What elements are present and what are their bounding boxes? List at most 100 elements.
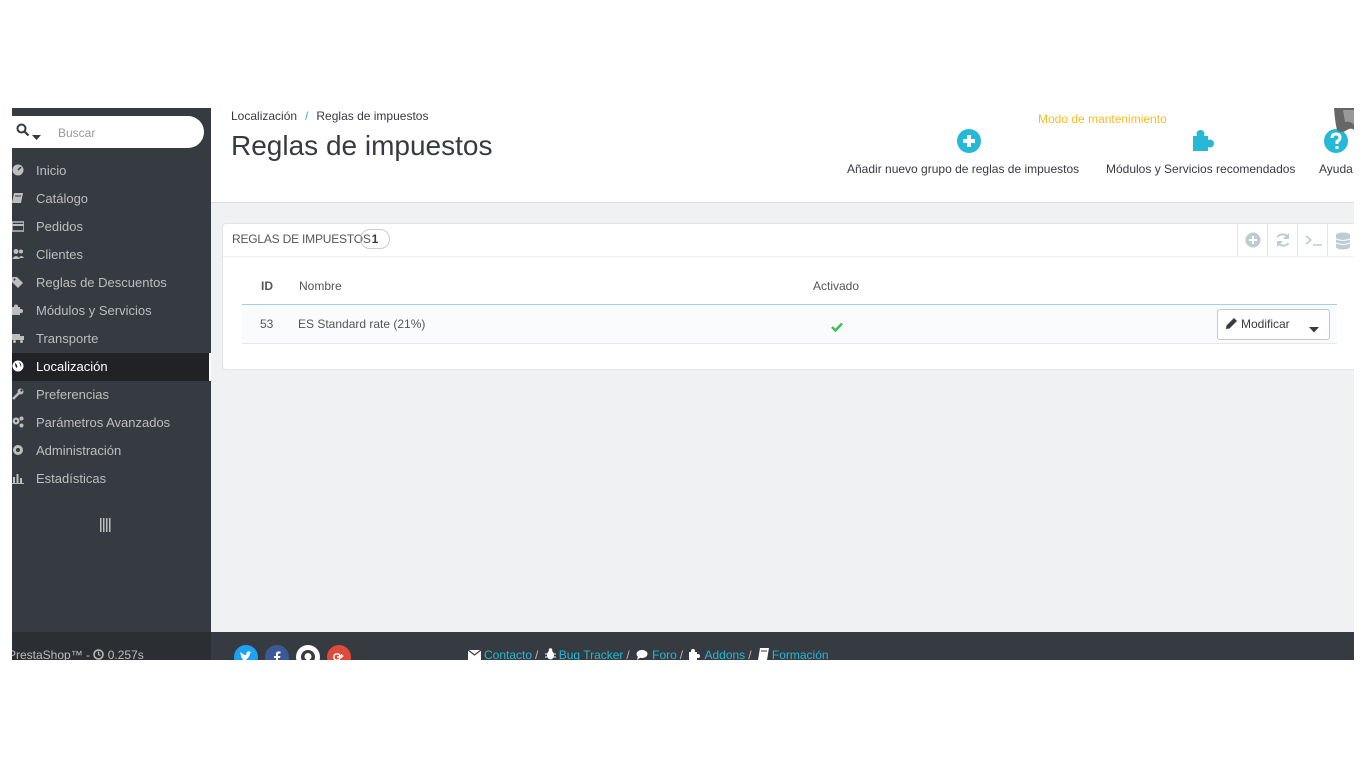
- column-header-enabled[interactable]: Activado: [813, 279, 859, 293]
- sidebar-item-descuentos[interactable]: Reglas de Descuentos: [12, 269, 211, 297]
- cogs-icon: [12, 416, 26, 430]
- page-title: Reglas de impuestos: [231, 130, 493, 161]
- puzzle-icon: [1191, 128, 1217, 157]
- help-label: Ayuda: [1319, 162, 1353, 176]
- search-input[interactable]: [56, 123, 200, 143]
- cell-id: 53: [260, 317, 274, 331]
- footer: PrestaShop™ - 0.257s Contacto / Bug Track…: [12, 632, 1354, 660]
- sidebar-item-catalogo[interactable]: Catálogo: [12, 185, 211, 213]
- sidebar-item-label: Transporte: [36, 331, 99, 346]
- recommended-modules-button[interactable]: Módulos y Servicios recomendados: [1106, 128, 1306, 178]
- google-plus-icon[interactable]: [327, 645, 351, 660]
- panel-heading: Reglas de impuestos 1: [223, 224, 1354, 257]
- footer-version: PrestaShop™ - 0.257s: [12, 648, 144, 660]
- sidebar-item-clientes[interactable]: Clientes: [12, 241, 211, 269]
- cell-name: ES Standard rate (21%): [298, 317, 426, 331]
- sidebar-item-parametros[interactable]: Parámetros Avanzados: [12, 409, 211, 437]
- refresh-tool-button[interactable]: [1267, 224, 1298, 256]
- dashboard-icon: [12, 164, 26, 178]
- bug-tracker-link[interactable]: Bug Tracker: [559, 648, 624, 660]
- wrench-icon: [12, 388, 26, 402]
- plus-circle-icon: [1245, 232, 1261, 248]
- profile-corner-icon[interactable]: [1329, 108, 1354, 143]
- footer-links: Contacto / Bug Tracker / Foro / Addons / For…: [467, 648, 829, 660]
- recommended-modules-label: Módulos y Servicios recomendados: [1106, 162, 1296, 176]
- training-link[interactable]: Formación: [772, 648, 829, 660]
- breadcrumb-parent[interactable]: Localización: [231, 109, 297, 123]
- admin-viewport: Inicio Catálogo Pedidos Clientes Reglas …: [12, 108, 1354, 660]
- column-header-id[interactable]: ID: [261, 279, 273, 293]
- sidebar: Inicio Catálogo Pedidos Clientes Reglas …: [12, 108, 211, 660]
- add-tax-rules-group-button[interactable]: Añadir nuevo grupo de reglas de impuesto…: [847, 128, 1093, 178]
- refresh-icon: [1276, 233, 1290, 247]
- load-time: 0.257s: [107, 648, 144, 660]
- plus-circle-icon: [956, 128, 982, 157]
- add-new-tool-button[interactable]: [1237, 224, 1268, 256]
- tags-icon: [12, 276, 26, 290]
- search-icon[interactable]: [16, 123, 30, 142]
- cog-icon: [12, 444, 26, 458]
- book-icon: [757, 648, 769, 660]
- sidebar-item-label: Administración: [36, 443, 122, 458]
- caret-down-icon[interactable]: [32, 128, 41, 146]
- sidebar-item-localizacion[interactable]: Localización: [12, 353, 211, 381]
- sidebar-item-modulos[interactable]: Módulos y Servicios: [12, 297, 211, 325]
- search-box[interactable]: [12, 116, 204, 148]
- bug-icon: [544, 648, 556, 660]
- breadcrumb-separator: /: [305, 109, 309, 123]
- export-database-tool-button[interactable]: [1327, 224, 1354, 256]
- table-row[interactable]: 53 ES Standard rate (21%) Modificar: [242, 305, 1337, 344]
- check-icon[interactable]: [831, 319, 843, 337]
- forum-link[interactable]: Foro: [652, 648, 677, 660]
- page-header: Localización / Reglas de impuestos Reglas …: [211, 108, 1354, 203]
- sidebar-item-label: Parámetros Avanzados: [36, 415, 171, 430]
- breadcrumb: Localización / Reglas de impuestos: [231, 109, 428, 123]
- comments-icon: [636, 650, 648, 660]
- users-icon: [12, 248, 26, 262]
- github-icon[interactable]: [296, 645, 320, 660]
- sidebar-item-label: Clientes: [36, 247, 83, 262]
- sidebar-item-label: Reglas de Descuentos: [36, 275, 167, 290]
- sidebar-item-pedidos[interactable]: Pedidos: [12, 213, 211, 241]
- sidebar-item-administracion[interactable]: Administración: [12, 437, 211, 465]
- clock-icon: [93, 649, 105, 660]
- tax-rules-panel: Reglas de impuestos 1 ID Nombre Activado…: [222, 223, 1354, 370]
- sidebar-item-inicio[interactable]: Inicio: [12, 157, 211, 185]
- sidebar-item-label: Estadísticas: [36, 471, 107, 486]
- book-icon: [12, 192, 26, 206]
- edit-button-label: Modificar: [1241, 317, 1290, 331]
- puzzle-icon: [12, 304, 26, 318]
- sql-query-tool-button[interactable]: [1297, 224, 1328, 256]
- add-tax-rules-group-label: Añadir nuevo grupo de reglas de impuesto…: [847, 162, 1080, 176]
- twitter-icon[interactable]: [234, 645, 258, 660]
- column-header-name[interactable]: Nombre: [299, 279, 342, 293]
- envelope-icon: [467, 649, 482, 660]
- caret-down-icon[interactable]: [1309, 322, 1319, 336]
- database-icon: [1335, 232, 1351, 250]
- sidebar-item-transporte[interactable]: Transporte: [12, 325, 211, 353]
- sidebar-item-label: Pedidos: [36, 219, 83, 234]
- facebook-icon[interactable]: [265, 645, 289, 660]
- sidebar-item-label: Preferencias: [36, 387, 109, 402]
- truck-icon: [12, 332, 26, 346]
- sidebar-item-label: Localización: [36, 359, 108, 374]
- terminal-icon: [1305, 235, 1322, 246]
- pencil-icon: [1226, 318, 1237, 332]
- collapse-sidebar-icon[interactable]: [100, 518, 112, 537]
- sidebar-item-preferencias[interactable]: Preferencias: [12, 381, 211, 409]
- sidebar-item-estadisticas[interactable]: Estadísticas: [12, 465, 211, 493]
- breadcrumb-current: Reglas de impuestos: [316, 109, 429, 123]
- sidebar-item-label: Módulos y Servicios: [36, 303, 152, 318]
- globe-icon: [12, 360, 26, 374]
- footer-version-area: PrestaShop™ - 0.257s: [12, 632, 211, 660]
- count-badge: 1: [360, 229, 390, 249]
- bar-chart-icon: [12, 472, 26, 486]
- credit-card-icon: [12, 220, 26, 234]
- panel-title: Reglas de impuestos: [232, 232, 371, 246]
- sidebar-item-label: Catálogo: [36, 191, 89, 206]
- addons-link[interactable]: Addons: [704, 648, 745, 660]
- contact-link[interactable]: Contacto: [484, 648, 532, 660]
- maintenance-mode-link[interactable]: Modo de mantenimiento: [1038, 112, 1167, 126]
- edit-button[interactable]: Modificar: [1217, 309, 1330, 340]
- puzzle-icon: [689, 649, 701, 660]
